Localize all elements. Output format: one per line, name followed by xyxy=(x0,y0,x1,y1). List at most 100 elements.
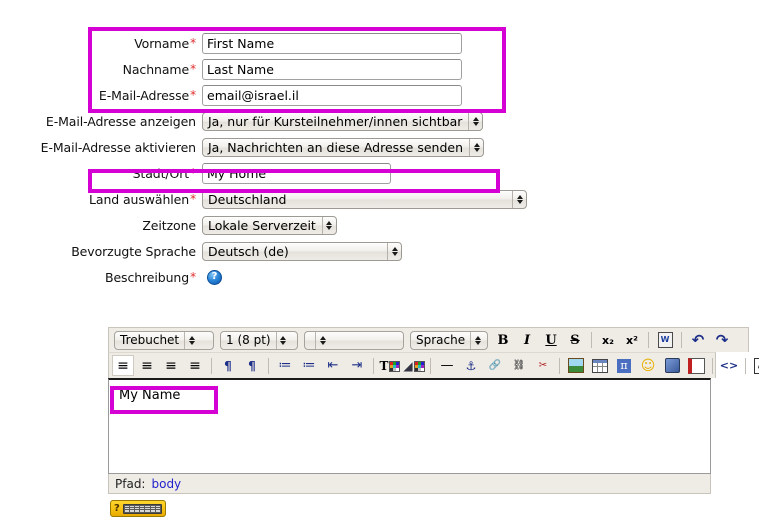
clean-word-html-button[interactable]: W xyxy=(654,330,676,351)
insert-formula-button[interactable]: π xyxy=(613,355,635,376)
form-row-email: E-Mail-Adresse* xyxy=(0,82,759,108)
editor-content-area[interactable]: My Name xyxy=(108,378,711,474)
chevron-updown-icon xyxy=(275,331,290,349)
chevron-updown-icon xyxy=(468,112,482,130)
form-row-description: Beschreibung* ? xyxy=(0,264,759,290)
label-email-visibility: E-Mail-Adresse anzeigen xyxy=(45,113,196,129)
language-select[interactable]: Deutsch (de) xyxy=(202,241,402,261)
insert-file-button[interactable] xyxy=(685,355,707,376)
toolbar-separator xyxy=(268,357,269,374)
label-vorname: Vorname* xyxy=(0,36,202,51)
redo-button[interactable]: ↷ xyxy=(711,330,733,351)
country-value: Deutschland xyxy=(208,191,287,207)
email-visibility-select[interactable]: Ja, nur für Kursteilnehmer/innen sichtba… xyxy=(202,111,484,131)
field-nachname xyxy=(202,58,462,80)
horizontal-rule-button[interactable]: — xyxy=(436,355,458,376)
profile-form: Vorname* Nachname* E-Mail-Adresse* E-Mai… xyxy=(0,30,759,290)
label-email: E-Mail-Adresse* xyxy=(0,88,202,103)
field-email-visibility: Ja, nur für Kursteilnehmer/innen sichtba… xyxy=(202,111,484,131)
question-mark-icon: ? xyxy=(114,502,120,514)
align-left-button[interactable]: ≡ xyxy=(112,355,134,376)
label-email-enabled: E-Mail-Adresse aktivieren xyxy=(40,139,196,155)
font-size-select[interactable]: 1 (8 pt) xyxy=(220,330,298,350)
help-icon[interactable]: ? xyxy=(207,269,222,285)
anchor-button[interactable]: ⚓ xyxy=(460,355,482,376)
nachname-input[interactable] xyxy=(202,58,462,80)
insert-image-button[interactable] xyxy=(565,355,587,376)
ordered-list-button[interactable]: ≔ xyxy=(274,355,296,376)
strikethrough-button[interactable]: S xyxy=(564,330,586,351)
form-row-email-visibility: E-Mail-Adresse anzeigen Ja, nur für Kurs… xyxy=(0,108,759,134)
paragraph-format-select[interactable] xyxy=(304,330,404,350)
path-value-body[interactable]: body xyxy=(151,477,181,491)
label-city: Stadt/Ort* xyxy=(0,166,202,181)
font-size-value: 1 (8 pt) xyxy=(226,333,271,347)
undo-button[interactable]: ↶ xyxy=(687,330,709,351)
chevron-updown-icon xyxy=(321,216,336,234)
label-nachname-text: Nachname xyxy=(122,61,190,77)
required-marker: * xyxy=(190,269,196,284)
indent-button[interactable]: ⇥ xyxy=(346,355,368,376)
html-source-button[interactable]: <> xyxy=(718,355,740,376)
keyboard-icon xyxy=(122,503,162,514)
insert-emoticon-button[interactable]: ☺ xyxy=(637,355,659,376)
underline-button[interactable]: U xyxy=(540,330,562,351)
field-vorname xyxy=(202,32,462,54)
email-visibility-value: Ja, nur für Kursteilnehmer/innen sichtba… xyxy=(208,113,463,129)
label-email-text: E-Mail-Adresse xyxy=(98,87,190,103)
email-input[interactable] xyxy=(202,84,462,106)
label-city-text: Stadt/Ort xyxy=(132,165,190,181)
insert-link-button[interactable]: 🔗 xyxy=(484,355,506,376)
unordered-list-button[interactable]: ≔ xyxy=(298,355,320,376)
text-color-glyph: T xyxy=(380,360,401,372)
chevron-updown-icon xyxy=(512,190,526,208)
text-color-button[interactable]: T xyxy=(379,355,401,376)
subscript-button[interactable]: x₂ xyxy=(597,330,619,351)
label-description-text: Beschreibung xyxy=(104,269,190,285)
insert-file-glyph xyxy=(687,357,705,374)
timezone-select[interactable]: Lokale Serverzeit xyxy=(202,215,337,235)
toolbar-separator xyxy=(745,357,746,374)
editor-status-bar: Pfad: body xyxy=(108,474,711,494)
html-editor: Trebuchet 1 (8 pt) Sprache B I U S x₂ x²… xyxy=(108,327,759,494)
align-center-button[interactable]: ≡ xyxy=(136,355,158,376)
background-color-button[interactable]: ◢ xyxy=(403,355,425,376)
align-right-button[interactable]: ≡ xyxy=(160,355,182,376)
editor-toolbar-row-2: ≡ ≡ ≡ ≡ ¶ ¶ ≔ ≔ ⇤ ⇥ T ◢ — ⚓ 🔗 ⛓ ✂ π ☺ <> xyxy=(108,352,759,378)
font-family-select[interactable]: Trebuchet xyxy=(114,330,214,350)
insert-image-glyph xyxy=(568,358,584,373)
accessibility-keyboard-help-button[interactable]: ? xyxy=(110,500,166,517)
email-enabled-value: Ja, Nachrichten an diese Adresse senden xyxy=(208,139,464,155)
insert-media-glyph xyxy=(664,358,680,373)
bold-button[interactable]: B xyxy=(492,330,514,351)
italic-button[interactable]: I xyxy=(516,330,538,351)
label-description: Beschreibung* xyxy=(0,270,202,285)
unlink-button[interactable]: ⛓ xyxy=(508,355,530,376)
direction-rtl-button[interactable]: ¶ xyxy=(241,355,263,376)
remove-link-button[interactable]: ✂ xyxy=(532,355,554,376)
editor-content-text: My Name xyxy=(119,388,181,403)
form-row-city: Stadt/Ort* xyxy=(0,160,759,186)
email-enabled-select[interactable]: Ja, Nachrichten an diese Adresse senden xyxy=(202,137,485,157)
field-timezone: Lokale Serverzeit xyxy=(202,215,337,235)
insert-table-button[interactable] xyxy=(589,355,611,376)
vorname-input[interactable] xyxy=(202,32,462,54)
form-row-country: Land auswählen* Deutschland xyxy=(0,186,759,212)
outdent-button[interactable]: ⇤ xyxy=(322,355,344,376)
language-direction-value: Sprache xyxy=(416,333,466,347)
paragraph-format-value xyxy=(305,332,315,349)
superscript-button[interactable]: x² xyxy=(621,330,643,351)
label-nachname: Nachname* xyxy=(0,62,202,77)
language-direction-select[interactable]: Sprache xyxy=(410,330,488,350)
path-label: Pfad: xyxy=(115,476,146,491)
country-select[interactable]: Deutschland xyxy=(202,189,527,209)
toolbar-separator xyxy=(648,332,649,348)
fullscreen-button[interactable]: ⤢ xyxy=(751,355,759,376)
field-description-help: ? xyxy=(202,269,222,285)
insert-media-button[interactable] xyxy=(661,355,683,376)
field-email xyxy=(202,84,462,106)
align-justify-button[interactable]: ≡ xyxy=(184,355,206,376)
direction-ltr-button[interactable]: ¶ xyxy=(217,355,239,376)
color-swatch-icon xyxy=(389,360,401,372)
city-input[interactable] xyxy=(202,162,391,184)
